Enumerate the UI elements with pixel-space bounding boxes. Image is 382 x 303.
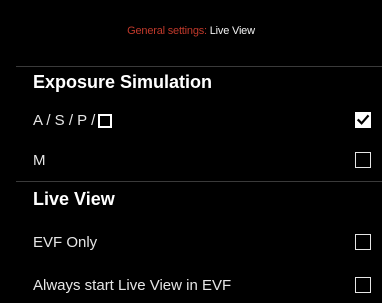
- square-icon: [98, 113, 113, 128]
- checkbox-m[interactable]: [355, 152, 371, 168]
- breadcrumb-current: Live View: [209, 25, 255, 37]
- setting-label-asp-text: A / S / P /: [33, 112, 96, 129]
- breadcrumb: General settings: Live View: [0, 25, 382, 37]
- section-title-live-view: Live View: [33, 189, 115, 209]
- settings-header: General settings: Live View: [0, 0, 382, 66]
- setting-row-always-start-evf[interactable]: Always start Live View in EVF: [0, 269, 382, 303]
- section-title-exposure-simulation: Exposure Simulation: [33, 72, 213, 92]
- setting-label-always-start-evf: Always start Live View in EVF: [33, 277, 232, 294]
- checkbox-always-start-evf[interactable]: [355, 277, 371, 293]
- checkbox-asp[interactable]: [355, 112, 371, 128]
- checkmark-icon: [356, 114, 370, 125]
- breadcrumb-parent[interactable]: General settings:: [127, 25, 207, 37]
- setting-row-evf-only[interactable]: EVF Only: [0, 226, 382, 260]
- checkbox-evf-only[interactable]: [355, 234, 371, 250]
- setting-row-m[interactable]: M: [0, 144, 382, 178]
- section-divider: [16, 181, 382, 182]
- setting-label-evf-only: EVF Only: [33, 234, 98, 251]
- setting-label-m: M: [33, 152, 46, 169]
- setting-label-asp: A / S / P /: [33, 112, 113, 129]
- setting-row-asp[interactable]: A / S / P /: [0, 104, 382, 138]
- header-divider: [16, 66, 382, 67]
